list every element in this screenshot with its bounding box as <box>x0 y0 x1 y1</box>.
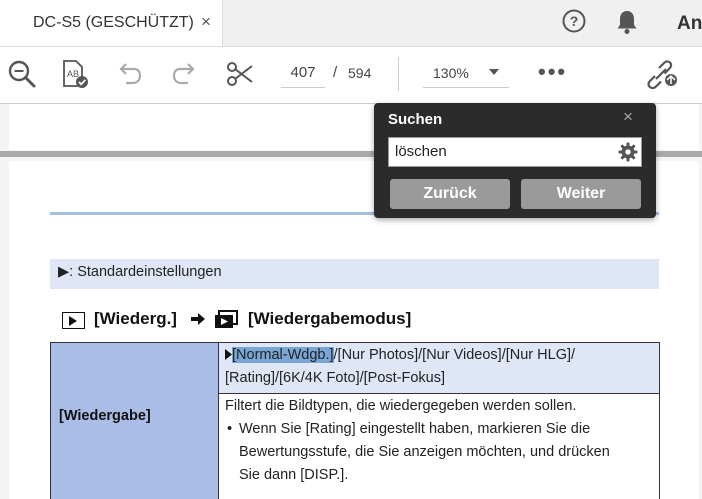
options-line-1: [Normal-Wdgb.]/[Nur Photos]/[Nur Videos]… <box>225 347 575 363</box>
options-line-2: [Rating]/[6K/4K Foto]/[Post-Fokus] <box>225 370 446 386</box>
toolbar-divider <box>398 57 399 91</box>
document-tab[interactable]: DC-S5 (GESCHÜTZT) × <box>0 0 223 46</box>
tab-close-icon[interactable]: × <box>201 12 211 32</box>
undo-icon[interactable] <box>114 59 144 89</box>
close-icon[interactable]: × <box>623 107 633 127</box>
search-input[interactable]: löschen <box>388 137 642 167</box>
table-header-cell: [Wiedergabe] <box>50 342 219 499</box>
page-number-text: 406 <box>59 104 94 109</box>
total-pages: 594 <box>348 65 372 81</box>
next-result-button[interactable]: Weiter <box>521 179 641 209</box>
zoom-value: 130% <box>433 65 469 81</box>
scissors-icon[interactable] <box>225 59 255 89</box>
toolbar: AB 407 / 594 130% ••• <box>0 47 702 104</box>
description-line-4: Sie dann [DISP.]. <box>239 467 349 483</box>
share-link-icon[interactable] <box>645 59 679 89</box>
tab-title: DC-S5 (GESCHÜTZT) <box>33 14 194 31</box>
options-rest: /[Nur Photos]/[Nur Videos]/[Nur HLG]/ <box>333 347 576 363</box>
bullet-arrow-icon <box>225 349 232 360</box>
table-description-cell: Filtert die Bildtypen, die wiedergegeben… <box>218 393 660 499</box>
title-bar: DC-S5 (GESCHÜTZT) × ? An <box>0 0 702 47</box>
search-highlight: [Normal-Wdgb.] <box>232 347 334 363</box>
check-document-icon[interactable]: AB <box>60 59 90 89</box>
previous-result-button[interactable]: Zurück <box>390 179 510 209</box>
zoom-select[interactable]: 130% <box>423 59 509 88</box>
help-icon[interactable]: ? <box>562 9 586 33</box>
table-row-label: [Wiedergabe] <box>59 408 151 424</box>
section-title-setting: [Wiedergabemodus] <box>248 309 412 328</box>
redo-icon[interactable] <box>170 59 200 89</box>
account-label[interactable]: An <box>677 13 702 35</box>
svg-text:AB: AB <box>67 69 79 79</box>
search-title: Suchen <box>388 111 443 128</box>
chevron-down-icon <box>489 69 499 75</box>
search-panel: Suchen × löschen Zurück Weiter <box>374 103 656 218</box>
description-line-1: Filtert die Bildtypen, die wiedergegeben… <box>225 398 577 414</box>
page-number-input[interactable]: 407 <box>281 59 325 88</box>
zoom-search-icon[interactable] <box>7 59 37 89</box>
description-bullet: • <box>227 421 233 437</box>
search-query: löschen <box>395 143 447 160</box>
section-title-menu: [Wiederg.] <box>94 309 177 328</box>
description-line-3: Bewertungsstufe, die Sie anzeigen möchte… <box>239 444 610 460</box>
default-settings-text: ▶: Standardeinstellungen <box>58 264 222 280</box>
default-settings-box: ▶: Standardeinstellungen <box>50 259 659 289</box>
description-line-2: Wenn Sie [Rating] eingestellt haben, mar… <box>239 421 591 437</box>
bell-icon[interactable] <box>615 9 639 35</box>
page-separator: / <box>333 64 338 81</box>
playback-icon <box>62 312 85 329</box>
playback-mode-icon <box>215 310 238 328</box>
gear-icon[interactable] <box>618 142 638 162</box>
arrow-right-icon <box>191 313 205 325</box>
table-options-cell: [Normal-Wdgb.]/[Nur Photos]/[Nur Videos]… <box>218 342 660 394</box>
more-options-icon[interactable]: ••• <box>538 59 567 85</box>
svg-text:?: ? <box>570 13 579 29</box>
